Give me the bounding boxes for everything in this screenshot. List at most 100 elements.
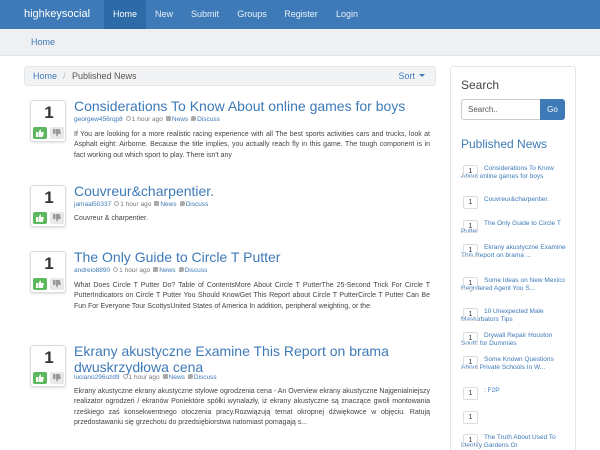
comment-icon [191,116,197,121]
nav-submit[interactable]: Submit [182,0,228,29]
post-meta: luciano296uzd9 1 hour ago News Discuss [74,374,217,381]
sidebar-news-item[interactable]: 1 Some Known Questions About Private Scho… [461,356,567,373]
search-go-button[interactable]: Go [540,99,565,120]
comment-icon [179,201,185,206]
thumbs-up-icon [36,280,44,288]
sidebar-vote-count: 1 [463,411,478,424]
folder-icon [165,116,171,121]
nav-home[interactable]: Home [104,0,146,29]
upvote-button[interactable] [33,278,47,290]
breadcrumb-home-link[interactable]: Home [31,37,55,47]
post-author[interactable]: jamaal50337 [74,201,111,208]
thumbs-up-icon [36,374,44,382]
post-category[interactable]: News [172,116,188,123]
post-discuss-link[interactable]: Discuss [186,201,209,208]
published-news-heading: Published News [461,137,548,151]
sidebar-vote-count: 1 [463,356,478,369]
post-meta: andreio8890 1 hour ago News Discuss [74,267,207,274]
sidebar-vote-count: 1 [463,165,478,178]
list-breadcrumb-home[interactable]: Home [33,71,57,81]
vote-box: 1 [30,345,66,387]
post-author[interactable]: georgew456rqp8 [74,116,123,123]
sidebar-vote-count: 1 [463,332,478,345]
sidebar-news-item[interactable]: 1 Ekrany akustyczne Examine This Report o… [461,244,567,261]
sidebar-news-item[interactable]: 1 The Truth About Used To Identify Garden… [461,434,567,450]
top-navbar: highkeysocial Home New Submit Groups Reg… [0,0,600,29]
breadcrumb-bar: Home [0,29,600,56]
list-header: Home / Published News Sort [24,66,436,86]
folder-icon [162,374,168,379]
thumbs-down-icon [53,374,61,382]
folder-icon [153,267,159,272]
thumbs-up-icon [36,129,44,137]
sidebar-vote-count: 1 [463,196,478,209]
nav-new[interactable]: New [146,0,182,29]
upvote-button[interactable] [33,372,47,384]
post-title[interactable]: Couvreur&charpentier. [74,183,436,199]
folder-icon [154,201,160,206]
sidebar-vote-count: 1 [463,277,478,290]
vote-count: 1 [44,348,54,367]
clock-icon [113,267,119,272]
sidebar-news-item[interactable]: 1 The Only Guide to Circle T Putter [461,220,567,237]
downvote-button[interactable] [50,372,64,384]
sidebar-news-item[interactable]: 1: F2P [461,387,567,400]
search-heading: Search [461,78,500,92]
downvote-button[interactable] [50,278,64,290]
sidebar-vote-count: 1 [463,387,478,400]
post-excerpt: If You are looking for a more realistic … [74,131,430,159]
post-author[interactable]: andreio8890 [74,267,110,274]
sidebar-news-item[interactable]: 1 Couvreur&charpentier. [461,196,567,209]
thumbs-down-icon [53,280,61,288]
sidebar-vote-count: 1 [463,434,478,447]
list-breadcrumb-current: Published News [72,71,137,81]
site-brand[interactable]: highkeysocial [24,8,90,20]
sidebar-news-item[interactable]: 1 Some Ideas on New Mexico Registered Age… [461,277,567,294]
post-time: 1 hour ago [120,201,152,208]
clock-icon [114,201,120,206]
sort-label: Sort [398,71,415,81]
thumbs-down-icon [53,214,61,222]
post-author[interactable]: luciano296uzd9 [74,374,120,381]
clock-icon [122,374,128,379]
post-category[interactable]: News [169,374,185,381]
post-category[interactable]: News [160,201,176,208]
post-meta: georgew456rqp8 1 hour ago News Discuss [74,116,220,123]
thumbs-down-icon [53,129,61,137]
post-discuss-link[interactable]: Discuss [197,116,220,123]
sidebar-vote-count: 1 [463,308,478,321]
sidebar-news-item[interactable]: 1 Drywall Repair Houston South for Dummie… [461,332,567,349]
vote-count: 1 [44,188,54,207]
sidebar: Search Search.. Go Published News 1 Consi… [450,66,576,450]
sort-dropdown[interactable]: Sort [398,71,425,81]
nav-register[interactable]: Register [276,0,326,29]
downvote-button[interactable] [50,127,64,139]
clock-icon [125,116,131,121]
sidebar-news-item[interactable]: 1 10 Unexpected Male Masturbators Tips [461,308,567,325]
post-excerpt: Couvreur & charpentier. [74,215,148,222]
thumbs-up-icon [36,214,44,222]
post-excerpt: What Does Circle T Putter Do? Table of C… [74,282,430,310]
breadcrumb-separator: / [63,71,66,81]
vote-count: 1 [44,103,54,122]
post-title[interactable]: Considerations To Know About online game… [74,98,436,114]
post-time: 1 hour ago [119,267,151,274]
search-input[interactable]: Search.. [461,99,541,120]
post-title[interactable]: Ekrany akustyczne Examine This Report on… [74,343,436,375]
nav-login[interactable]: Login [326,0,368,29]
post-discuss-link[interactable]: Discuss [194,374,217,381]
post-time: 1 hour ago [131,116,163,123]
post-category[interactable]: News [159,267,175,274]
nav-groups[interactable]: Groups [228,0,276,29]
comment-icon [178,267,184,272]
sidebar-news-item[interactable]: 1 Considerations To Know About online gam… [461,165,567,182]
downvote-button[interactable] [50,212,64,224]
post-discuss-link[interactable]: Discuss [185,267,208,274]
vote-count: 1 [44,254,54,273]
comment-icon [187,374,193,379]
vote-box: 1 [30,251,66,293]
post-meta: jamaal50337 1 hour ago News Discuss [74,201,208,208]
upvote-button[interactable] [33,212,47,224]
upvote-button[interactable] [33,127,47,139]
post-title[interactable]: The Only Guide to Circle T Putter [74,249,436,265]
